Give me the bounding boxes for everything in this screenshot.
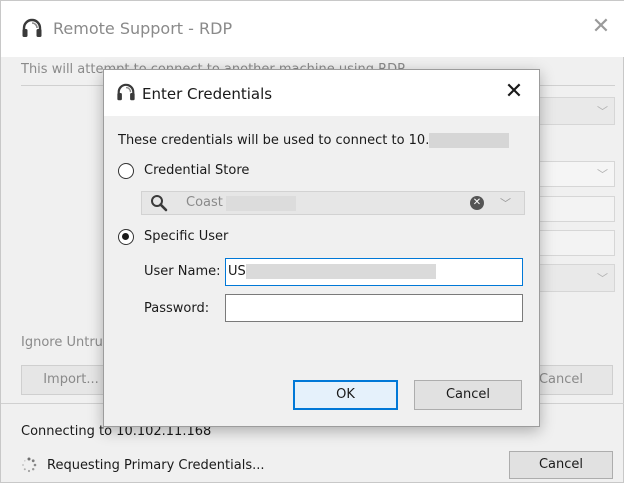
username-value: US: [228, 264, 246, 279]
dialog-message: These credentials will be used to connec…: [118, 133, 510, 148]
outer-close-icon[interactable]: ✕: [589, 15, 613, 39]
headset-icon: [117, 83, 135, 101]
redacted-username: [245, 264, 436, 279]
password-label: Password:: [144, 301, 210, 316]
dialog-cancel-button[interactable]: Cancel: [414, 380, 522, 410]
credential-store-search-value: Coast: [186, 195, 223, 210]
outer-combo-1: ﹀: [537, 97, 615, 125]
outer-titlebar: Remote Support - RDP ✕: [1, 1, 624, 57]
credential-store-radio[interactable]: [118, 163, 134, 179]
dialog-titlebar: Enter Credentials ✕: [104, 70, 539, 116]
redacted-store-name: [226, 196, 296, 211]
spinner-icon: [22, 457, 37, 473]
username-label: User Name:: [144, 264, 221, 279]
enter-credentials-dialog: Enter Credentials ✕ These credentials wi…: [103, 69, 540, 427]
specific-user-label[interactable]: Specific User: [144, 229, 228, 244]
dialog-title: Enter Credentials: [142, 85, 273, 103]
dialog-message-text: These credentials will be used to connec…: [118, 133, 430, 148]
outer-combo-2: ﹀: [537, 161, 615, 187]
search-icon: [151, 195, 168, 212]
headset-icon: [22, 18, 42, 37]
specific-user-radio[interactable]: [118, 229, 134, 245]
chevron-down-icon: ﹀: [597, 105, 608, 118]
clear-icon[interactable]: ✕: [470, 196, 484, 210]
status-text: Requesting Primary Credentials...: [47, 458, 265, 473]
password-field[interactable]: [225, 294, 523, 322]
outer-combo-3: ﹀: [537, 264, 615, 292]
outer-field-1: [537, 196, 615, 222]
chevron-down-icon: ﹀: [597, 168, 608, 181]
ok-button[interactable]: OK: [293, 380, 398, 410]
chevron-down-icon[interactable]: ﹀: [500, 195, 511, 211]
credential-store-combo[interactable]: Coast ✕ ﹀: [141, 191, 525, 215]
redacted-ip: [429, 133, 510, 148]
username-field[interactable]: US: [225, 258, 523, 286]
outer-window-title: Remote Support - RDP: [53, 19, 233, 38]
cancel-button[interactable]: Cancel: [509, 451, 613, 479]
outer-field-2: [537, 230, 615, 256]
dialog-close-icon[interactable]: ✕: [502, 80, 526, 104]
ignore-untrusted-label: Ignore Untru: [21, 335, 103, 350]
credential-store-label[interactable]: Credential Store: [144, 163, 249, 178]
chevron-down-icon: ﹀: [597, 272, 608, 285]
